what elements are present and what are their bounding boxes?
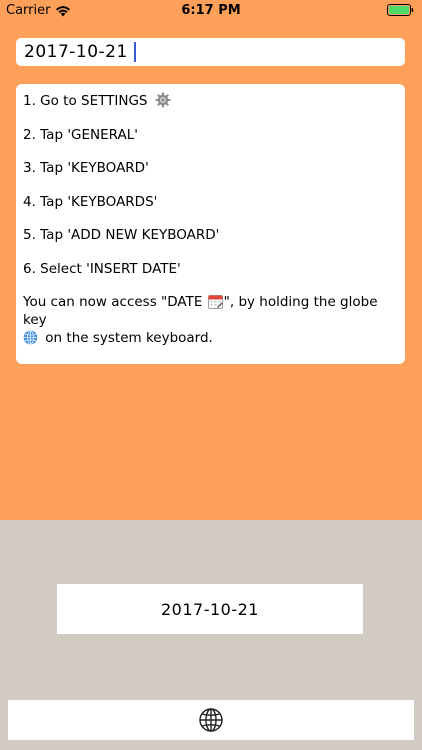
note-text-part-1: You can now access "DATE: [23, 294, 207, 310]
date-input-value: 2017-10-21: [24, 42, 128, 62]
gear-icon: [155, 92, 171, 108]
note-text-part-3: on the system keyboard.: [41, 330, 213, 346]
custom-keyboard: 2017-10-21: [0, 520, 422, 750]
globe-icon: [23, 330, 38, 345]
status-time: 6:17 PM: [181, 3, 241, 18]
globe-icon[interactable]: [198, 707, 224, 733]
instruction-step-3: 3. Tap 'KEYBOARD': [23, 160, 149, 176]
calendar-icon: [207, 295, 223, 309]
instruction-step-2: 2. Tap 'GENERAL': [23, 126, 138, 143]
keyboard-bottom-bar: [8, 700, 414, 740]
instruction-step-5: 5. Tap 'ADD NEW KEYBOARD': [23, 227, 220, 243]
instruction-step-6: 6. Select 'INSERT DATE': [23, 260, 181, 277]
instructions-card: 1. Go to SETTINGS 2. Tap 'GENERAL' 3. Ta…: [16, 84, 405, 364]
instruction-step-4: 4. Tap 'KEYBOARDS': [23, 193, 158, 210]
battery-icon: [387, 4, 414, 16]
instruction-note: You can now access "DATE ", by holding t…: [23, 293, 398, 347]
date-input-field[interactable]: 2017-10-21: [16, 38, 405, 66]
content-area: Carrier 6:17 PM 2017-10-21 1. Go to SETT…: [0, 0, 422, 520]
instruction-step-1-text: 1. Go to SETTINGS: [23, 93, 148, 109]
app-screen: Carrier 6:17 PM 2017-10-21 1. Go to SETT…: [0, 0, 422, 750]
text-caret: [133, 42, 136, 62]
instruction-step-1: 1. Go to SETTINGS: [23, 92, 398, 110]
insert-date-key[interactable]: 2017-10-21: [57, 584, 363, 634]
status-bar: Carrier 6:17 PM: [0, 0, 422, 22]
